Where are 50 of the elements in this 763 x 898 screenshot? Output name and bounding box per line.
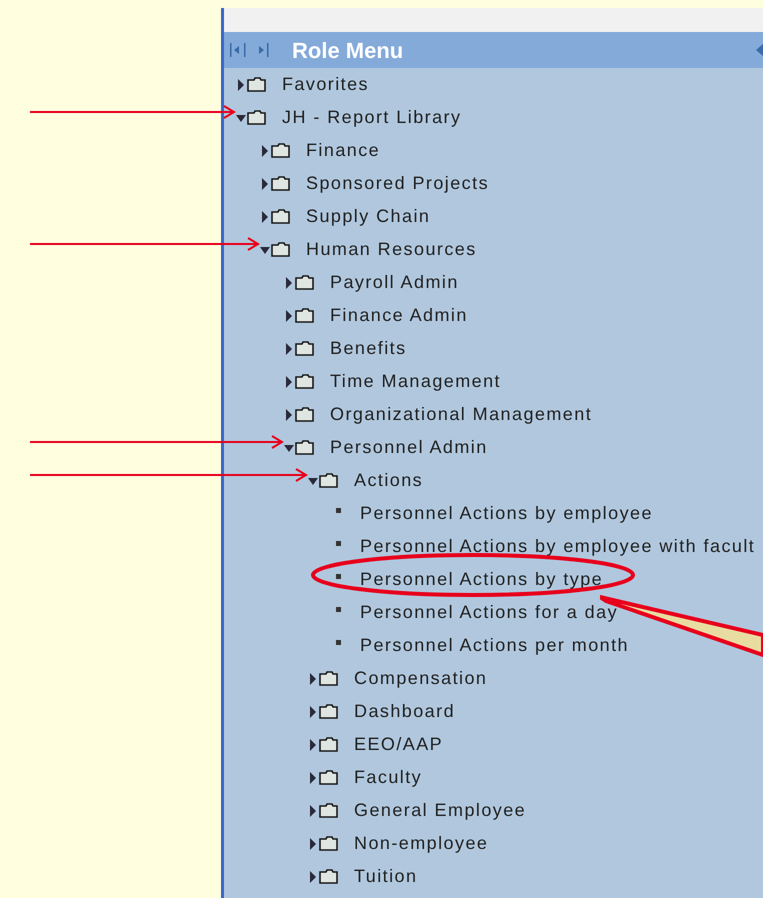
folder-icon [295, 275, 314, 290]
folder-label[interactable]: Benefits [330, 335, 407, 362]
folder-label[interactable]: JH - Report Library [282, 104, 462, 131]
folder-icon [319, 671, 338, 686]
folder-label[interactable]: Finance [306, 137, 380, 164]
folder-icon [295, 341, 314, 356]
report-link[interactable]: Personnel Actions by employee [360, 500, 653, 527]
folder-label[interactable]: Tuition [354, 863, 418, 890]
folder-label[interactable]: Personnel Admin [330, 434, 488, 461]
folder-icon [319, 836, 338, 851]
folder-icon [319, 704, 338, 719]
folder-label[interactable]: Organizational Management [330, 401, 592, 428]
folder-icon [319, 737, 338, 752]
bullet-icon [336, 640, 341, 645]
folder-icon [319, 803, 338, 818]
folder-icon [319, 770, 338, 785]
folder-label[interactable]: Non-employee [354, 830, 488, 857]
folder-icon [247, 110, 266, 125]
folder-icon [271, 143, 290, 158]
folder-label[interactable]: Payroll Admin [330, 269, 459, 296]
folder-label[interactable]: Dashboard [354, 698, 456, 725]
bullet-icon [336, 574, 341, 579]
folder-icon [247, 77, 266, 92]
report-link[interactable]: Personnel Actions for a day [360, 599, 618, 626]
folder-icon [295, 308, 314, 323]
folder-label[interactable]: Actions [354, 467, 424, 494]
folder-label[interactable]: Time Management [330, 368, 501, 395]
folder-label[interactable]: Supply Chain [306, 203, 430, 230]
folder-label[interactable]: Faculty [354, 764, 422, 791]
folder-label[interactable]: EEO/AAP [354, 731, 444, 758]
folder-icon [295, 440, 314, 455]
report-link[interactable]: Personnel Actions by employee with facult [360, 533, 756, 560]
folder-label[interactable]: Sponsored Projects [306, 170, 490, 197]
bullet-icon [336, 541, 341, 546]
folder-label[interactable]: Human Resources [306, 236, 477, 263]
bullet-icon [336, 607, 341, 612]
folder-icon [319, 473, 338, 488]
folder-icon [295, 374, 314, 389]
bullet-icon [336, 508, 341, 513]
folder-icon [271, 209, 290, 224]
folder-label[interactable]: Favorites [282, 71, 369, 98]
folder-label[interactable]: General Employee [354, 797, 526, 824]
folder-label[interactable]: Finance Admin [330, 302, 468, 329]
panel-title: Role Menu [292, 36, 404, 64]
folder-icon [319, 869, 338, 884]
folder-icon [271, 242, 290, 257]
folder-icon [271, 176, 290, 191]
folder-label[interactable]: Compensation [354, 665, 488, 692]
report-link[interactable]: Personnel Actions per month [360, 632, 630, 659]
folder-icon [295, 407, 314, 422]
